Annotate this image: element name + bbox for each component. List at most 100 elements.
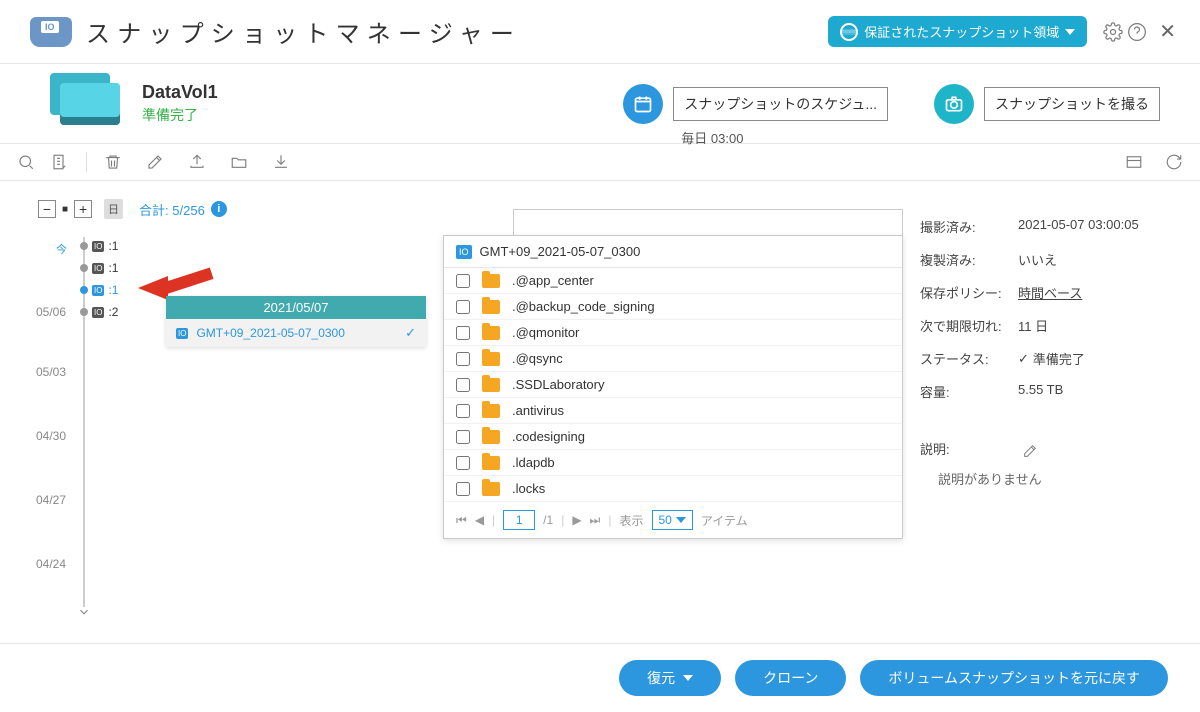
next-page-icon[interactable]: ▶: [572, 513, 581, 527]
timeline-row[interactable]: IO:2: [80, 305, 118, 319]
volume-name: DataVol1: [142, 82, 218, 103]
timeline-date: 04/24: [36, 557, 66, 571]
now-label: 今: [56, 241, 67, 257]
camera-icon: IO: [176, 328, 188, 339]
chevron-down-icon[interactable]: [77, 605, 91, 619]
row-checkbox[interactable]: [456, 456, 470, 470]
description-text: 説明がありません: [920, 469, 1170, 488]
search-button[interactable]: [14, 150, 38, 174]
footer: 復元 クローン ボリュームスナップショットを元に戻す: [0, 643, 1200, 712]
chevron-down-icon: [683, 675, 693, 681]
folder-row[interactable]: .@qmonitor: [444, 320, 902, 346]
timeline-row[interactable]: IO:1: [80, 239, 118, 253]
schedule-subtitle: 毎日 03:00: [681, 128, 743, 147]
popup-snapshot-row[interactable]: IO GMT+09_2021-05-07_0300 ✓: [166, 319, 426, 347]
ruler-button[interactable]: [48, 150, 72, 174]
row-checkbox[interactable]: [456, 274, 470, 288]
folder-icon: [482, 482, 500, 496]
last-page-icon[interactable]: ⏭: [590, 513, 601, 528]
revert-button[interactable]: ボリュームスナップショットを元に戻す: [860, 660, 1168, 696]
guaranteed-space-label: 保証されたスナップショット領域: [864, 22, 1059, 41]
folder-name: .@qsync: [512, 351, 563, 366]
status-ok: ✓準備完了: [1018, 349, 1170, 368]
edit-button[interactable]: [143, 150, 167, 174]
row-checkbox[interactable]: [456, 404, 470, 418]
folder-row[interactable]: .codesigning: [444, 424, 902, 450]
edit-desc-button[interactable]: [1018, 439, 1042, 463]
folder-name: .antivirus: [512, 403, 564, 418]
row-checkbox[interactable]: [456, 352, 470, 366]
timeline-row[interactable]: IO:1: [80, 283, 118, 297]
timeline-date: 05/06: [36, 305, 66, 319]
timeline-date: 05/03: [36, 365, 66, 379]
folder-icon: [482, 274, 500, 288]
app-icon: [30, 17, 72, 47]
popup-date: 2021/05/07: [166, 296, 426, 319]
toolbar: [0, 144, 1200, 181]
restore-button[interactable]: 復元: [619, 660, 721, 696]
volume-header: DataVol1 準備完了 スナップショットのスケジュ... 毎日 03:00 …: [0, 64, 1200, 144]
refresh-button[interactable]: [1162, 150, 1186, 174]
folder-row[interactable]: .@app_center: [444, 268, 902, 294]
folder-icon: [482, 430, 500, 444]
folder-icon: [482, 378, 500, 392]
titlebar: スナップショットマネージャー 保証されたスナップショット領域 ✕: [0, 0, 1200, 64]
folder-row[interactable]: .@qsync: [444, 346, 902, 372]
page-input[interactable]: 1: [503, 510, 535, 530]
collapse-button[interactable]: −: [38, 200, 56, 218]
folder-row[interactable]: .@backup_code_signing: [444, 294, 902, 320]
folder-name: .codesigning: [512, 429, 585, 444]
total-count: 合計: 5/256: [139, 200, 205, 219]
folder-row[interactable]: .ldapdb: [444, 450, 902, 476]
guaranteed-space-dropdown[interactable]: 保証されたスナップショット領域: [828, 16, 1087, 47]
today-pill[interactable]: 日: [104, 199, 123, 219]
take-snapshot-button[interactable]: スナップショットを撮る: [984, 87, 1160, 121]
prev-page-icon[interactable]: ◀: [475, 513, 484, 527]
folder-row[interactable]: .antivirus: [444, 398, 902, 424]
folder-name: .SSDLaboratory: [512, 377, 605, 392]
row-checkbox[interactable]: [456, 300, 470, 314]
app-title: スナップショットマネージャー: [86, 14, 521, 49]
take-snapshot-icon[interactable]: [934, 84, 974, 124]
folder-name: .@backup_code_signing: [512, 299, 655, 314]
import-button[interactable]: [269, 150, 293, 174]
timeline-row[interactable]: IO:1: [80, 261, 118, 275]
folder-row[interactable]: .locks: [444, 476, 902, 502]
policy-link[interactable]: 時間ベース: [1018, 283, 1170, 302]
info-icon[interactable]: i: [211, 201, 227, 217]
row-checkbox[interactable]: [456, 326, 470, 340]
folder-icon: [482, 404, 500, 418]
main-body: − ■ + 日 合計: 5/256 i 今 IO:1 IO:1 IO:1 IO:…: [0, 181, 1200, 671]
per-page-label: 表示: [619, 512, 643, 529]
folder-button[interactable]: [227, 150, 251, 174]
details-panel: 撮影済み:2021-05-07 03:00:05 複製済み:いいえ 保存ポリシー…: [920, 217, 1170, 488]
per-page-select[interactable]: 50: [652, 510, 693, 530]
settings-button[interactable]: [1101, 20, 1125, 44]
check-icon: ✓: [1018, 351, 1029, 367]
timeline-date: 04/27: [36, 493, 66, 507]
folder-name: .locks: [512, 481, 545, 496]
breadcrumb[interactable]: IO GMT+09_2021-05-07_0300: [444, 236, 902, 268]
timeline: − ■ + 日 合計: 5/256 i 今 IO:1 IO:1 IO:1 IO:…: [0, 181, 440, 671]
schedule-button[interactable]: スナップショットのスケジュ...: [673, 87, 888, 121]
clone-button[interactable]: クローン: [735, 660, 846, 696]
volume-icon: [60, 83, 120, 125]
row-checkbox[interactable]: [456, 378, 470, 392]
view-toggle-button[interactable]: [1122, 150, 1146, 174]
items-label: アイテム: [701, 512, 748, 529]
close-button[interactable]: ✕: [1159, 19, 1176, 44]
expand-button[interactable]: +: [74, 200, 92, 218]
volume-status: 準備完了: [142, 105, 218, 125]
folder-icon: [482, 352, 500, 366]
file-panel-behind: [513, 209, 903, 237]
row-checkbox[interactable]: [456, 430, 470, 444]
schedule-icon[interactable]: [623, 84, 663, 124]
row-checkbox[interactable]: [456, 482, 470, 496]
export-button[interactable]: [185, 150, 209, 174]
delete-button[interactable]: [101, 150, 125, 174]
snapshot-popup: 2021/05/07 IO GMT+09_2021-05-07_0300 ✓: [166, 296, 426, 347]
help-button[interactable]: [1125, 20, 1149, 44]
folder-row[interactable]: .SSDLaboratory: [444, 372, 902, 398]
first-page-icon[interactable]: ⏮: [456, 513, 467, 528]
storage-icon: [840, 23, 858, 41]
